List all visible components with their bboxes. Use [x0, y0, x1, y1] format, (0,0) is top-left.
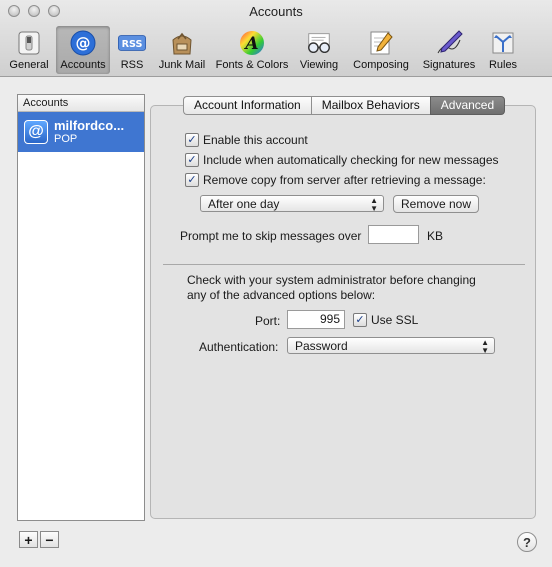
- help-button[interactable]: ?: [517, 532, 537, 552]
- svg-text:@: @: [76, 34, 91, 52]
- account-type: POP: [54, 132, 78, 145]
- authentication-label: Authentication:: [199, 340, 279, 354]
- skip-messages-label: Prompt me to skip messages over: [180, 229, 362, 243]
- tab-mailbox-behaviors[interactable]: Mailbox Behaviors: [310, 96, 430, 115]
- svg-text:RSS: RSS: [122, 39, 143, 50]
- preferences-toolbar: General @ Accounts RSS RSS Junk Mail A F…: [4, 26, 526, 74]
- use-ssl-row: ✓ Use SSL: [353, 313, 418, 327]
- remove-after-select[interactable]: After one day ▲ ▼: [200, 195, 384, 213]
- enable-account-label: Enable this account: [203, 133, 308, 147]
- authentication-select[interactable]: Password ▲ ▼: [287, 337, 495, 355]
- use-ssl-label: Use SSL: [371, 313, 419, 327]
- at-sign-icon: @: [24, 120, 48, 144]
- include-check-label: Include when automatically checking for …: [203, 153, 499, 167]
- switch-icon: [15, 30, 43, 56]
- remove-account-button[interactable]: −: [40, 531, 59, 548]
- rules-icon: [489, 30, 517, 56]
- window-title: Accounts: [249, 4, 303, 19]
- pen-icon: [435, 30, 463, 56]
- use-ssl-checkbox[interactable]: ✓: [353, 313, 367, 327]
- include-check-row: ✓ Include when automatically checking fo…: [185, 153, 499, 167]
- remove-copy-checkbox[interactable]: ✓: [185, 173, 199, 187]
- toolbar-rules[interactable]: Rules: [482, 26, 524, 74]
- glasses-icon: [305, 30, 333, 56]
- accounts-list[interactable]: Accounts @ milfordco... POP: [17, 94, 145, 521]
- at-sign-icon: @: [69, 30, 97, 56]
- account-row[interactable]: @ milfordco... POP: [18, 112, 144, 152]
- toolbar-fonts-colors[interactable]: A Fonts & Colors: [212, 26, 292, 74]
- junk-bag-icon: [168, 30, 196, 56]
- tab-account-information[interactable]: Account Information: [183, 96, 311, 115]
- updown-arrows-icon: ▲ ▼: [481, 338, 489, 355]
- font-colors-icon: A: [238, 30, 266, 56]
- toolbar-viewing[interactable]: Viewing: [294, 26, 344, 74]
- toolbar-general[interactable]: General: [4, 26, 54, 74]
- pencil-paper-icon: [367, 30, 395, 56]
- toolbar-junk-mail[interactable]: Junk Mail: [154, 26, 210, 74]
- title-toolbar: Accounts General @ Accounts RSS RSS Junk…: [0, 0, 552, 77]
- accounts-window: Accounts General @ Accounts RSS RSS Junk…: [0, 0, 552, 567]
- updown-arrows-icon: ▲ ▼: [370, 196, 378, 213]
- toolbar-accounts[interactable]: @ Accounts: [56, 26, 110, 74]
- enable-account-checkbox[interactable]: ✓: [185, 133, 199, 147]
- rss-icon: RSS: [118, 30, 146, 56]
- account-tabs: Account Information Mailbox Behaviors Ad…: [183, 96, 506, 115]
- skip-unit-label: KB: [427, 229, 444, 243]
- toolbar-signatures[interactable]: Signatures: [418, 26, 480, 74]
- port-field[interactable]: 995: [287, 310, 345, 329]
- add-account-button[interactable]: +: [19, 531, 38, 548]
- svg-text:A: A: [243, 34, 258, 54]
- port-label: Port:: [255, 314, 281, 328]
- accounts-list-header: Accounts: [18, 95, 144, 112]
- remove-now-button[interactable]: Remove now: [393, 195, 479, 213]
- enable-account-row: ✓ Enable this account: [185, 133, 308, 147]
- section-divider: [163, 264, 525, 265]
- admin-note-line1: Check with your system administrator bef…: [187, 273, 476, 287]
- account-name: milfordco...: [54, 117, 125, 133]
- admin-note-line2: any of the advanced options below:: [187, 288, 376, 302]
- toolbar-composing[interactable]: Composing: [346, 26, 416, 74]
- remove-copy-row: ✓ Remove copy from server after retrievi…: [185, 173, 486, 187]
- tab-advanced[interactable]: Advanced: [429, 96, 506, 115]
- account-add-remove: + −: [19, 531, 61, 548]
- toolbar-rss[interactable]: RSS RSS: [112, 26, 152, 74]
- include-check-checkbox[interactable]: ✓: [185, 153, 199, 167]
- remove-copy-label: Remove copy from server after retrieving…: [203, 173, 486, 187]
- skip-size-field[interactable]: [368, 225, 419, 244]
